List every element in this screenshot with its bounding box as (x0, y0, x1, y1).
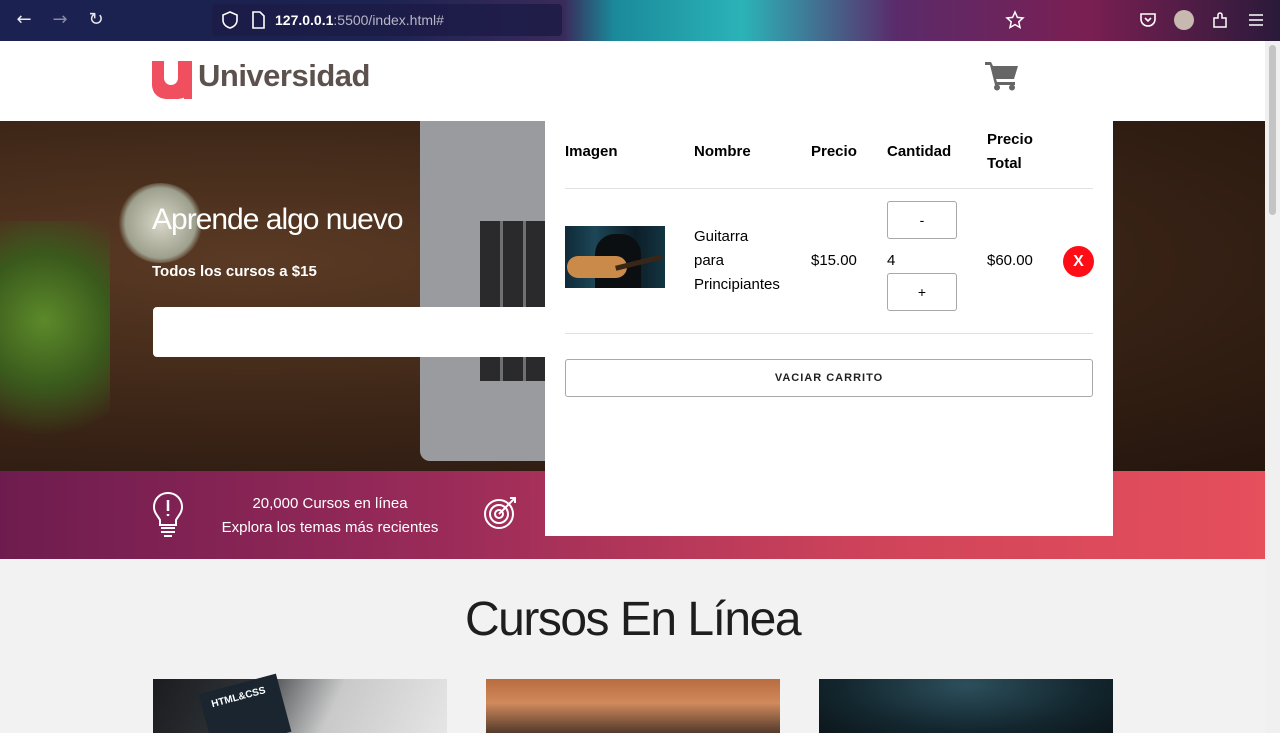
course-card-image[interactable]: HTML&CSS (153, 673, 447, 733)
course-card-image[interactable] (486, 679, 780, 733)
logo-text[interactable]: Universidad (198, 58, 370, 94)
target-icon (484, 497, 516, 529)
menu-icon[interactable] (1246, 10, 1266, 30)
cart-item-name: Principiantes (694, 276, 780, 293)
book-cover-text: HTML&CSS (210, 685, 267, 711)
cart-item-price: $15.00 (811, 252, 857, 269)
increase-quantity-button[interactable]: + (887, 273, 957, 311)
empty-cart-button[interactable]: VACIAR CARRITO (565, 359, 1093, 397)
col-header-image: Imagen (565, 143, 618, 160)
col-header-price: Precio (811, 143, 857, 160)
plant-decoration (0, 221, 110, 471)
col-header-name: Nombre (694, 143, 751, 160)
col-header-total: Total (987, 155, 1022, 172)
banner-courses-count: 20,000 Cursos en línea (252, 495, 408, 512)
course-card-image[interactable] (819, 679, 1113, 733)
banner-topics: Explora los temas más recientes (221, 519, 439, 536)
bookmark-star-icon[interactable] (1005, 10, 1025, 30)
url-path: :5500/index.html# (333, 12, 444, 28)
extensions-icon[interactable] (1210, 10, 1230, 30)
hero-subtitle: Todos los cursos a $15 (152, 263, 317, 280)
profile-avatar-icon[interactable] (1174, 10, 1194, 30)
divider (565, 188, 1093, 189)
hero-title: Aprende algo nuevo (152, 203, 404, 236)
cart-item-total: $60.00 (987, 252, 1033, 269)
pocket-icon[interactable] (1138, 10, 1158, 30)
search-input[interactable] (153, 307, 573, 357)
cart-icon[interactable] (985, 59, 1019, 91)
back-icon[interactable]: ← (12, 8, 36, 32)
shield-icon (222, 11, 238, 29)
courses-title: Cursos En Línea (464, 593, 802, 646)
url-text[interactable]: 127.0.0.1:5500/index.html# (275, 12, 444, 28)
page-icon (252, 11, 265, 29)
cart-item-name: para (694, 252, 725, 269)
cart-item-image (565, 226, 665, 288)
divider (565, 333, 1093, 334)
url-host: 127.0.0.1 (275, 12, 334, 28)
col-header-total: Precio (987, 131, 1033, 148)
scrollbar[interactable] (1265, 41, 1280, 733)
cart-item-name: Guitarra (694, 228, 749, 245)
scrollbar-thumb[interactable] (1269, 45, 1276, 215)
col-header-quantity: Cantidad (887, 143, 952, 160)
cart-dropdown: Imagen Nombre Precio Cantidad Precio Tot… (545, 121, 1113, 536)
remove-item-button[interactable]: X (1063, 246, 1094, 277)
logo-mark[interactable] (152, 61, 192, 99)
browser-toolbar: ← → ↻ 127.0.0.1:5500/index.html# (0, 0, 1280, 41)
forward-icon[interactable]: → (48, 8, 72, 32)
web-page: Universidad Aprende algo nuevo Todos los… (0, 41, 1265, 733)
site-header: Universidad (0, 41, 1265, 121)
cart-item-quantity: 4 (887, 252, 896, 269)
reload-icon[interactable]: ↻ (84, 8, 108, 32)
decrease-quantity-button[interactable]: - (887, 201, 957, 239)
lightbulb-icon (152, 491, 184, 537)
